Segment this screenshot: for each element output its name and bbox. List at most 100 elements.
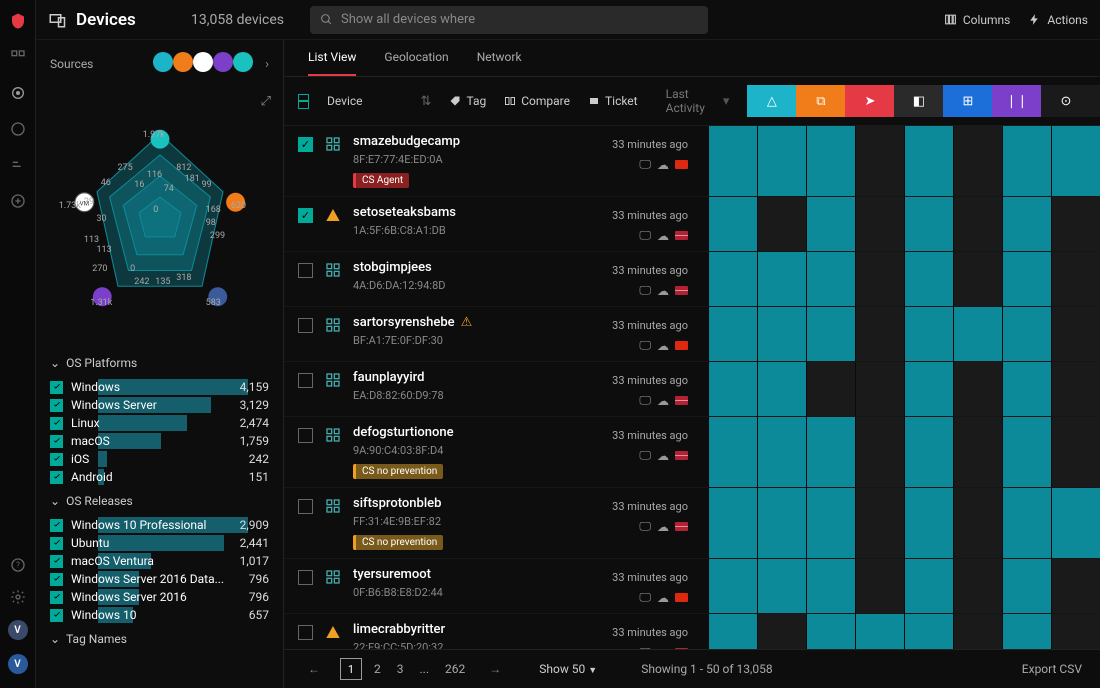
avatar-2[interactable]: V bbox=[8, 654, 28, 674]
filter-row[interactable]: Linux2,474 bbox=[36, 414, 283, 432]
filter-row[interactable]: iOS242 bbox=[36, 450, 283, 468]
device-row[interactable]: siftsprotonblebFF:31:4E:9B:EF:82CS no pr… bbox=[284, 488, 1100, 559]
grid-cell bbox=[1051, 488, 1100, 558]
filter-row[interactable]: Windows Server 2016 Data...796 bbox=[36, 570, 283, 588]
row-checkbox[interactable] bbox=[298, 625, 313, 640]
chevron-right-icon[interactable]: › bbox=[265, 57, 269, 72]
prev-page-icon[interactable]: ← bbox=[302, 662, 326, 676]
source-chip[interactable] bbox=[173, 52, 193, 72]
row-checkbox[interactable] bbox=[298, 318, 313, 333]
tab-list[interactable]: List View bbox=[308, 40, 356, 76]
row-checkbox[interactable] bbox=[298, 428, 313, 443]
grid-header-cell[interactable]: ◧ bbox=[894, 85, 943, 117]
filter-checkbox[interactable] bbox=[50, 453, 63, 466]
grid-header-cell[interactable]: ⊙ bbox=[1041, 85, 1090, 117]
filter-row[interactable]: macOS1,759 bbox=[36, 432, 283, 450]
section-tag-names[interactable]: ⌄ Tag Names bbox=[36, 624, 283, 654]
device-row[interactable]: smazebudgecamp8F:E7:77:4E:ED:0ACS Agent3… bbox=[284, 126, 1100, 197]
tag-button[interactable]: Tag bbox=[449, 94, 486, 108]
filter-row[interactable]: Windows Server 2016796 bbox=[36, 588, 283, 606]
filter-checkbox[interactable] bbox=[50, 537, 63, 550]
export-csv[interactable]: Export CSV bbox=[1003, 662, 1082, 676]
row-checkbox[interactable] bbox=[298, 263, 313, 278]
device-mac: 8F:E7:77:4E:ED:0A bbox=[353, 153, 460, 166]
tab-geo[interactable]: Geolocation bbox=[384, 40, 448, 76]
nav-icon-3[interactable] bbox=[9, 120, 27, 138]
filter-row[interactable]: Windows 10657 bbox=[36, 606, 283, 624]
filter-row[interactable]: Android151 bbox=[36, 468, 283, 486]
actions-button[interactable]: Actions bbox=[1028, 13, 1088, 27]
grid-header-cell[interactable]: △ bbox=[747, 85, 796, 117]
nav-icon-5[interactable] bbox=[9, 192, 27, 210]
grid-header-cell[interactable]: ⧉ bbox=[796, 85, 845, 117]
filter-checkbox[interactable] bbox=[50, 399, 63, 412]
filter-checkbox[interactable] bbox=[50, 417, 63, 430]
grid-cell bbox=[708, 307, 757, 361]
row-checkbox[interactable] bbox=[298, 208, 313, 223]
filter-row[interactable]: Windows 10 Professional2,909 bbox=[36, 516, 283, 534]
page-size[interactable]: Show 50 ▼ bbox=[539, 662, 597, 676]
section-os-releases[interactable]: ⌄ OS Releases bbox=[36, 486, 283, 516]
device-row[interactable]: limecrabbyritter22:F9:CC:5D:20:3233 minu… bbox=[284, 614, 1100, 649]
device-name: defogsturtionone bbox=[353, 425, 454, 440]
tab-network[interactable]: Network bbox=[477, 40, 522, 76]
page-number[interactable]: 1 bbox=[340, 658, 362, 680]
device-mac: EA:D8:82:60:D9:78 bbox=[353, 389, 444, 402]
compare-button[interactable]: Compare bbox=[504, 94, 570, 108]
row-checkbox[interactable] bbox=[298, 373, 313, 388]
filter-checkbox[interactable] bbox=[50, 435, 63, 448]
filter-checkbox[interactable] bbox=[50, 591, 63, 604]
grid-header-cell[interactable]: ⊚ bbox=[1090, 85, 1100, 117]
nav-icon-4[interactable] bbox=[9, 156, 27, 174]
source-chip[interactable] bbox=[193, 52, 213, 72]
filter-checkbox[interactable] bbox=[50, 609, 63, 622]
ticket-button[interactable]: Ticket bbox=[588, 94, 638, 108]
filter-checkbox[interactable] bbox=[50, 471, 63, 484]
source-chip[interactable] bbox=[153, 52, 173, 72]
grid-cell bbox=[855, 362, 904, 416]
row-checkbox[interactable] bbox=[298, 137, 313, 152]
device-row[interactable]: defogsturtionone9A:90:C4:03:8F:D4CS no p… bbox=[284, 417, 1100, 488]
row-checkbox[interactable] bbox=[298, 499, 313, 514]
nav-icon-2[interactable] bbox=[9, 84, 27, 102]
col-activity[interactable]: Last Activity bbox=[666, 87, 705, 115]
nav-icon-1[interactable] bbox=[9, 48, 27, 66]
page-number[interactable]: ... bbox=[416, 662, 434, 676]
page-number[interactable]: 262 bbox=[441, 662, 469, 676]
select-all-checkbox[interactable] bbox=[298, 94, 309, 109]
device-row[interactable]: sartorsyrenshebe⚠BF:A1:7E:0F:DF:3033 min… bbox=[284, 307, 1100, 362]
next-page-icon[interactable]: → bbox=[483, 662, 507, 676]
search-input[interactable]: Show all devices where bbox=[310, 6, 708, 34]
columns-button[interactable]: Columns bbox=[944, 13, 1011, 27]
grid-header-cell[interactable]: ➤ bbox=[845, 85, 894, 117]
grid-header-cell[interactable]: ⊞ bbox=[943, 85, 992, 117]
page-number[interactable]: 3 bbox=[393, 662, 408, 676]
grid-cell bbox=[806, 197, 855, 251]
row-checkbox[interactable] bbox=[298, 570, 313, 585]
col-device[interactable]: Device bbox=[327, 94, 363, 108]
source-chip[interactable] bbox=[233, 52, 253, 72]
filter-checkbox[interactable] bbox=[50, 573, 63, 586]
device-row[interactable]: faunplayyirdEA:D8:82:60:D9:7833 minutes … bbox=[284, 362, 1100, 417]
source-chip[interactable] bbox=[213, 52, 233, 72]
filter-checkbox[interactable] bbox=[50, 519, 63, 532]
avatar[interactable]: V bbox=[8, 620, 28, 640]
section-os-platforms[interactable]: ⌄ OS Platforms bbox=[36, 348, 283, 378]
device-row[interactable]: tyersuremoot0F:B6:B8:E8:D2:4433 minutes … bbox=[284, 559, 1100, 614]
grid-cell bbox=[855, 197, 904, 251]
filter-checkbox[interactable] bbox=[50, 381, 63, 394]
gear-icon[interactable] bbox=[9, 588, 27, 606]
grid-header-cell[interactable]: ❘❘ bbox=[992, 85, 1041, 117]
filter-row[interactable]: Ubuntu2,441 bbox=[36, 534, 283, 552]
filter-checkbox[interactable] bbox=[50, 555, 63, 568]
expand-icon[interactable]: ⤢ bbox=[261, 94, 271, 109]
filter-row[interactable]: Windows Server3,129 bbox=[36, 396, 283, 414]
radar-chart: ⤢ VM bbox=[36, 88, 283, 348]
device-row[interactable]: stobgimpjees4A:D6:DA:12:94:8D33 minutes … bbox=[284, 252, 1100, 307]
page-number[interactable]: 2 bbox=[370, 662, 385, 676]
filter-row[interactable]: macOS Ventura1,017 bbox=[36, 552, 283, 570]
device-row[interactable]: setoseteaksbams1A:5F:6B:C8:A1:DB33 minut… bbox=[284, 197, 1100, 252]
logo-icon[interactable] bbox=[9, 12, 27, 30]
help-icon[interactable]: ? bbox=[9, 556, 27, 574]
filter-row[interactable]: Windows4,159 bbox=[36, 378, 283, 396]
